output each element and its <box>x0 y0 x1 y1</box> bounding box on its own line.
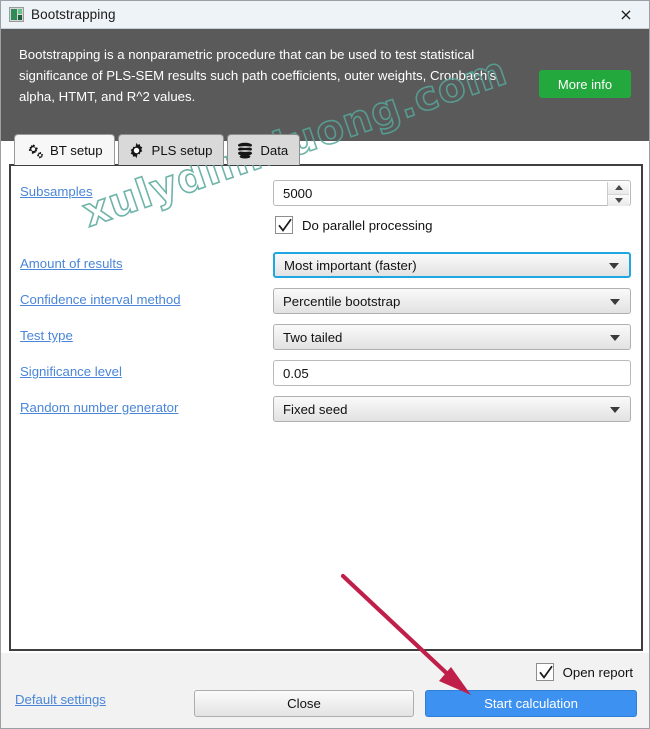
row-test-type: Test type Two tailed <box>11 324 641 354</box>
close-icon[interactable]: × <box>603 1 649 28</box>
title-bar: Bootstrapping × <box>1 1 649 29</box>
bootstrapping-dialog: Bootstrapping × Bootstrapping is a nonpa… <box>0 0 650 729</box>
tab-bt-setup-label: BT setup <box>50 142 103 158</box>
label-confidence-interval-method[interactable]: Confidence interval method <box>20 292 181 307</box>
row-parallel-processing: Do parallel processing <box>275 216 432 234</box>
header-description: Bootstrapping is a nonparametric procedu… <box>19 47 497 104</box>
open-report-checkbox[interactable] <box>535 663 554 681</box>
close-button[interactable]: Close <box>194 690 414 717</box>
window-title: Bootstrapping <box>31 7 116 22</box>
tab-data-label: Data <box>260 142 289 158</box>
parallel-processing-label: Do parallel processing <box>302 217 433 233</box>
label-test-type[interactable]: Test type <box>20 328 73 343</box>
confidence-interval-method-select[interactable]: Percentile bootstrap <box>273 288 631 314</box>
chevron-down-icon <box>610 299 620 305</box>
confidence-interval-method-value: Percentile bootstrap <box>283 293 401 309</box>
header-panel: Bootstrapping is a nonparametric procedu… <box>1 29 649 141</box>
row-subsamples: Subsamples 5000 <box>11 180 641 210</box>
label-amount-of-results[interactable]: Amount of results <box>20 256 123 271</box>
significance-level-value: 0.05 <box>283 365 309 381</box>
chevron-down-icon <box>610 335 620 341</box>
start-calculation-button[interactable]: Start calculation <box>425 690 637 717</box>
parallel-processing-checkbox[interactable] <box>275 216 293 234</box>
gears-icon <box>24 142 43 159</box>
subsamples-value: 5000 <box>283 185 313 201</box>
random-number-generator-select[interactable]: Fixed seed <box>273 396 631 422</box>
tab-pls-setup-label: PLS setup <box>151 142 213 158</box>
subsamples-input[interactable]: 5000 <box>273 180 631 206</box>
test-type-select[interactable]: Two tailed <box>273 324 631 350</box>
label-subsamples[interactable]: Subsamples <box>20 184 93 199</box>
open-report-label: Open report <box>562 664 633 680</box>
chevron-down-icon <box>610 407 620 413</box>
footer-bar: Open report Default settings Close Start… <box>1 653 649 728</box>
stepper-up-button[interactable] <box>608 182 629 195</box>
default-settings-link[interactable]: Default settings <box>15 692 106 707</box>
row-confidence-interval-method: Confidence interval method Percentile bo… <box>11 288 641 318</box>
tab-strip: BT setup PLS setup Data <box>1 134 303 165</box>
database-icon <box>237 142 253 159</box>
stepper-down-button[interactable] <box>608 194 629 206</box>
chevron-down-icon <box>609 263 619 269</box>
gear-icon <box>128 142 145 159</box>
row-open-report: Open report <box>535 663 633 681</box>
label-random-number-generator[interactable]: Random number generator <box>20 400 178 415</box>
tab-data[interactable]: Data <box>227 134 301 165</box>
significance-level-input[interactable]: 0.05 <box>273 360 631 386</box>
label-significance-level[interactable]: Significance level <box>20 364 122 379</box>
amount-of-results-select[interactable]: Most important (faster) <box>273 252 631 278</box>
row-amount-of-results: Amount of results Most important (faster… <box>11 252 641 282</box>
random-number-generator-value: Fixed seed <box>283 401 348 417</box>
amount-of-results-value: Most important (faster) <box>284 257 417 273</box>
test-type-value: Two tailed <box>283 329 343 345</box>
row-significance-level: Significance level 0.05 <box>11 360 641 390</box>
subsamples-stepper[interactable] <box>607 182 629 206</box>
tab-bt-setup[interactable]: BT setup <box>14 134 115 165</box>
bt-setup-panel: Subsamples 5000 Do parallel processing A… <box>9 164 643 651</box>
app-squares-icon <box>9 7 24 22</box>
more-info-button[interactable]: More info <box>539 70 631 98</box>
row-random-number-generator: Random number generator Fixed seed <box>11 396 641 426</box>
tab-pls-setup[interactable]: PLS setup <box>117 134 225 165</box>
